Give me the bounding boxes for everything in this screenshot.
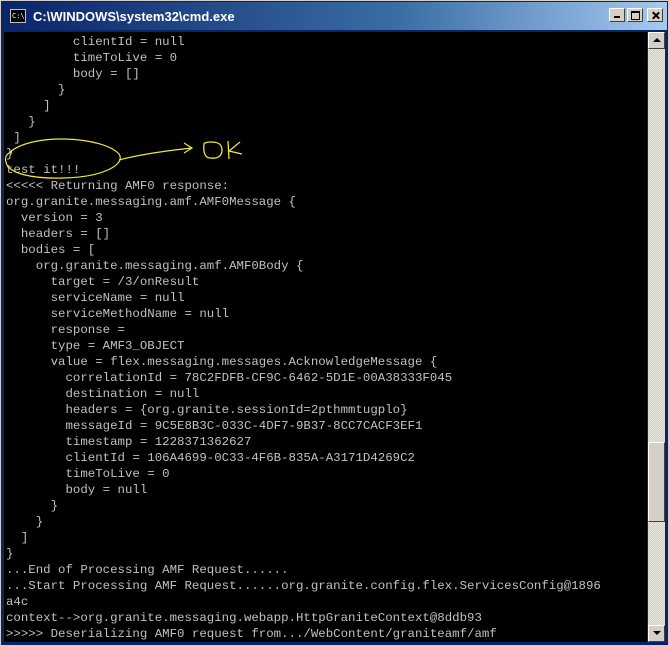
console-line: body = null [6, 483, 148, 497]
console-line: ...End of Processing AMF Request...... [6, 563, 289, 577]
title-bar[interactable]: C:\ C:\WINDOWS\system32\cmd.exe [2, 2, 667, 30]
console-line: body = [] [6, 67, 140, 81]
console-line: timeToLive = 0 [6, 51, 178, 65]
console-line: } [6, 115, 36, 129]
scroll-up-button[interactable] [648, 32, 665, 49]
console-line: version = 3 [6, 211, 103, 225]
window-title: C:\WINDOWS\system32\cmd.exe [33, 8, 235, 24]
console-line: } [6, 147, 14, 161]
console-line: ] [6, 531, 29, 545]
console-line: ] [6, 131, 21, 145]
console-line: <<<<< Returning AMF0 response: [6, 179, 230, 193]
console-line: response = [6, 323, 125, 337]
console-line: timestamp = 1228371362627 [6, 435, 252, 449]
maximize-button[interactable] [627, 8, 643, 22]
console-line: } [6, 547, 14, 561]
console-line: ] [6, 99, 51, 113]
console-line: context-->org.granite.messaging.webapp.H… [6, 611, 482, 625]
console-line: type = AMF3_OBJECT [6, 339, 185, 353]
console-line: ...Start Processing AMF Request......org… [6, 579, 601, 593]
close-button[interactable] [647, 8, 663, 22]
console-output[interactable]: clientId = null timeToLive = 0 body = []… [4, 32, 647, 642]
console-line: clientId = null [6, 35, 185, 49]
console-text: clientId = null timeToLive = 0 body = []… [6, 34, 601, 642]
minimize-button[interactable] [609, 8, 625, 22]
console-line: test it!!! [6, 163, 81, 177]
scroll-down-button[interactable] [648, 625, 665, 642]
console-line: bodies = [ [6, 243, 96, 257]
cmd-app-icon[interactable]: C:\ [10, 9, 26, 23]
vertical-scrollbar[interactable] [648, 32, 665, 642]
console-line: a4c [6, 595, 29, 609]
scroll-thumb[interactable] [648, 442, 665, 522]
console-line: value = flex.messaging.messages.Acknowle… [6, 355, 438, 369]
console-line: } [6, 83, 66, 97]
window-controls [607, 8, 663, 22]
console-line: clientId = 106A4699-0C33-4F6B-835A-A3171… [6, 451, 415, 465]
console-line: messageId = 9C5E8B3C-033C-4DF7-9B37-8CC7… [6, 419, 423, 433]
console-line: headers = [] [6, 227, 111, 241]
cmd-window: C:\ C:\WINDOWS\system32\cmd.exe clientId… [0, 0, 669, 646]
console-line: correlationId = 78C2FDFB-CF9C-6462-5D1E-… [6, 371, 453, 385]
console-line: serviceMethodName = null [6, 307, 230, 321]
console-line: headers = {org.granite.sessionId=2pthmmt… [6, 403, 408, 417]
console-line: } [6, 515, 44, 529]
console-line: destination = null [6, 387, 200, 401]
annotation-ok-text: OK [4, 32, 6, 33]
console-line: org.granite.messaging.amf.AMF0Body { [6, 259, 304, 273]
console-line: >>>>> Deserializing AMF0 request from...… [6, 627, 497, 641]
console-line: org.granite.messaging.amf.AMF0Message { [6, 195, 296, 209]
console-line: serviceName = null [6, 291, 185, 305]
console-line: target = /3/onResult [6, 275, 200, 289]
console-line: timeToLive = 0 [6, 467, 170, 481]
console-line: } [6, 499, 59, 513]
